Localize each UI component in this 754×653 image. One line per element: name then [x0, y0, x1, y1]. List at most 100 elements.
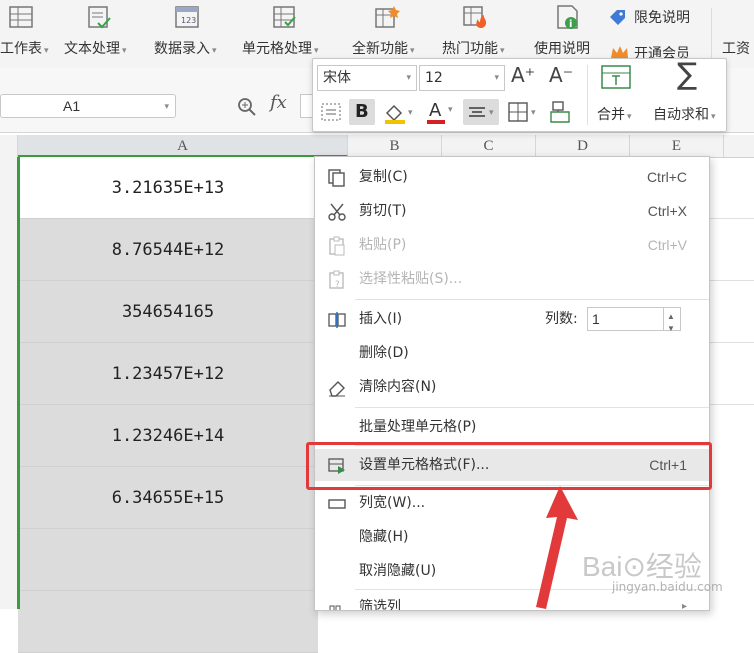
ribbon-data-entry-label: 数据录入	[154, 41, 210, 57]
menu-item-insert[interactable]: 插入(I) 列数: 1 ▲ ▼	[315, 303, 709, 335]
submenu-arrow-icon: ▸	[681, 601, 687, 611]
font-color-button[interactable]: A ▾	[423, 99, 457, 125]
instructions-icon: i	[554, 4, 580, 30]
gridline	[708, 280, 754, 281]
shrink-font-button[interactable]: A⁻	[549, 63, 573, 87]
stepper-buttons[interactable]: ▲ ▼	[663, 308, 680, 333]
menu-item-label: 筛选列	[359, 599, 401, 611]
menu-item-cut[interactable]: 剪切(T) Ctrl+X	[315, 195, 709, 227]
copy-icon	[327, 168, 347, 188]
name-box-value: A1	[63, 98, 81, 114]
menu-separator	[355, 407, 709, 408]
cell-a4[interactable]: 1.23457E+12	[18, 343, 318, 405]
font-color-swatch	[427, 120, 445, 124]
ribbon-salary-label[interactable]: 工资	[722, 38, 750, 58]
borders-icon[interactable]: ▾	[505, 99, 541, 125]
column-header-e[interactable]: E	[630, 135, 724, 157]
font-name-value: 宋体	[323, 70, 351, 86]
insert-columns-stepper[interactable]: 1 ▲ ▼	[587, 307, 681, 333]
menu-item-label: 取消隐藏(U)	[359, 563, 437, 579]
font-name-select[interactable]: 宋体 ▾	[317, 65, 417, 91]
watermark-logo: Bai⊙经验	[582, 545, 702, 585]
ribbon-instructions-label: 使用说明	[534, 41, 590, 57]
fill-color-icon[interactable]: ▾	[381, 99, 417, 125]
free-info-link[interactable]: 限免说明	[608, 6, 700, 28]
column-header-c[interactable]: C	[442, 135, 536, 157]
select-all-corner[interactable]	[0, 135, 18, 157]
cell-a6[interactable]: 6.34655E+15	[18, 467, 318, 529]
autosum-button[interactable]: 自动求和 ▾	[653, 104, 716, 124]
menu-item-delete[interactable]: 删除(D)	[315, 337, 709, 369]
cell-a7[interactable]	[18, 529, 318, 591]
menu-item-batch-process[interactable]: 批量处理单元格(P)	[315, 411, 709, 443]
menu-item-paste-special[interactable]: ? 选择性粘贴(S)...	[315, 263, 709, 295]
column-header-a[interactable]: A	[18, 135, 348, 157]
align-distributed-icon[interactable]	[319, 99, 343, 125]
name-box[interactable]: A1 ▾	[0, 94, 176, 118]
format-painter-icon[interactable]	[547, 99, 573, 125]
gridline	[708, 404, 754, 405]
ribbon-cell-processing-label: 单元格处理	[242, 41, 312, 57]
font-size-value: 12	[425, 70, 443, 86]
column-header-d[interactable]: D	[536, 135, 630, 157]
new-features-icon	[374, 4, 400, 30]
selection-border	[17, 157, 20, 609]
gridline	[708, 342, 754, 343]
menu-separator	[355, 299, 709, 300]
cell-a2[interactable]: 8.76544E+12	[18, 219, 318, 281]
cell-a5[interactable]: 1.23246E+14	[18, 405, 318, 467]
ribbon-text-processing-label: 文本处理	[64, 41, 120, 57]
paste-special-icon: ?	[327, 270, 347, 290]
menu-item-filter-column[interactable]: 筛选列 ▸	[315, 591, 709, 611]
free-info-label: 限免说明	[634, 10, 690, 26]
ribbon-data-entry[interactable]: 123 数据录入 ▾	[152, 0, 232, 68]
menu-item-label: 剪切(T)	[359, 203, 407, 219]
ribbon-text-processing[interactable]: 文本处理 ▾	[62, 0, 146, 68]
merge-cells-icon[interactable]	[599, 63, 633, 93]
sum-sigma-icon[interactable]: ∑	[677, 57, 697, 92]
ribbon-worksheet[interactable]: 工作表 ▾	[0, 0, 52, 68]
paste-icon	[327, 236, 347, 256]
merge-button[interactable]: 合并 ▾	[597, 104, 632, 124]
insert-icon	[327, 310, 347, 330]
ribbon-worksheet-label: 工作表	[0, 41, 42, 57]
menu-item-paste[interactable]: 粘贴(P) Ctrl+V	[315, 229, 709, 261]
insert-function-button[interactable]: fx	[270, 92, 287, 113]
menu-item-label: 复制(C)	[359, 169, 408, 185]
svg-text:▾: ▾	[489, 108, 494, 118]
insert-columns-value: 1	[592, 311, 600, 327]
grow-font-button[interactable]: A⁺	[511, 63, 535, 87]
context-menu: 复制(C) Ctrl+C 剪切(T) Ctrl+X 粘贴(P) Ctrl+V ?…	[314, 156, 710, 611]
font-color-glyph: A	[429, 100, 442, 121]
menu-item-shortcut: Ctrl+C	[646, 169, 687, 185]
cell-a8[interactable]	[18, 591, 318, 653]
text-processing-icon	[86, 4, 112, 30]
ribbon-hot-features-label: 热门功能	[442, 41, 498, 57]
chevron-down-icon: ▾	[164, 101, 169, 111]
svg-text:?: ?	[335, 280, 340, 290]
menu-item-column-width[interactable]: 列宽(W)...	[315, 487, 709, 519]
menu-item-label: 隐藏(H)	[359, 529, 409, 545]
menu-item-label: 删除(D)	[359, 345, 409, 361]
data-entry-icon: 123	[174, 4, 200, 30]
ribbon-new-features-label: 全新功能	[352, 41, 408, 57]
svg-text:▾: ▾	[408, 108, 413, 118]
font-size-select[interactable]: 12 ▾	[419, 65, 505, 91]
hot-features-icon	[462, 4, 488, 30]
align-center-icon[interactable]: ▾	[463, 99, 499, 125]
autosum-label: 自动求和	[653, 107, 709, 123]
insert-columns-label: 列数:	[545, 311, 578, 327]
cell-a3[interactable]: 354654165	[18, 281, 318, 343]
menu-item-shortcut: Ctrl+V	[647, 237, 687, 253]
column-header-b[interactable]: B	[348, 135, 442, 157]
mini-format-toolbar: 宋体 ▾ 12 ▾ A⁺ A⁻ ∑ B ▾ A ▾ ▾ ▾ 合并 ▾ 自动求和 ▾	[312, 57, 727, 132]
svg-text:▾: ▾	[531, 108, 536, 118]
zoom-search-icon[interactable]	[236, 96, 258, 118]
bold-button[interactable]: B	[349, 99, 375, 125]
ribbon-divider	[711, 8, 712, 60]
menu-item-copy[interactable]: 复制(C) Ctrl+C	[315, 161, 709, 193]
svg-text:123: 123	[181, 16, 196, 25]
menu-item-clear-contents[interactable]: 清除内容(N)	[315, 371, 709, 403]
cell-a1[interactable]: 3.21635E+13	[18, 157, 318, 219]
gridline	[708, 218, 754, 219]
